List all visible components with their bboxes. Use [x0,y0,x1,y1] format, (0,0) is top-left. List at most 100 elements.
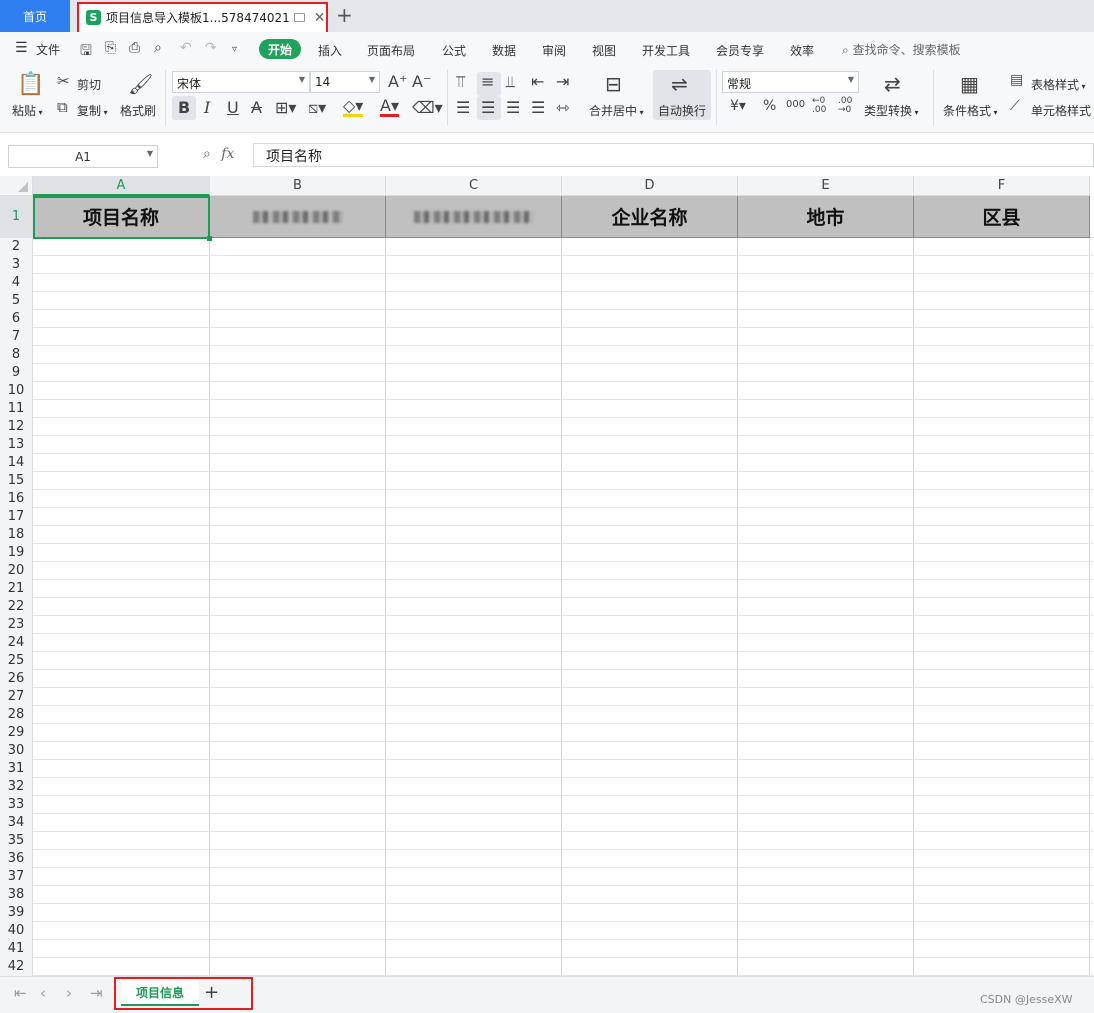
cut-button[interactable]: 剪切 [77,76,101,93]
row-header[interactable]: 17 [0,508,33,526]
row-header[interactable]: 12 [0,418,33,436]
row-header[interactable]: 31 [0,760,33,778]
row-header[interactable]: 37 [0,868,33,886]
home-tab[interactable]: 首页 [0,0,70,32]
next-sheet-icon[interactable]: › [66,984,72,1002]
row-header[interactable]: 29 [0,724,33,742]
row-header[interactable]: 32 [0,778,33,796]
thousands-separator-icon[interactable]: 000 [786,99,805,110]
tab-developer[interactable]: 开发工具 [642,42,690,59]
tab-review[interactable]: 审阅 [542,42,566,59]
header-cell-d1[interactable]: 企业名称 [562,196,738,238]
row-header[interactable]: 4 [0,274,33,292]
row-header[interactable]: 8 [0,346,33,364]
italic-icon[interactable]: I [204,98,210,117]
clear-format-icon[interactable]: ⌫▾ [412,98,443,117]
conditional-format-button[interactable]: 条件格式 ▾ [943,102,998,119]
row-header[interactable]: 7 [0,328,33,346]
cell-style-button[interactable]: 单元格样式 [1031,102,1091,119]
column-header-a[interactable]: A [33,176,210,196]
currency-icon[interactable]: ¥▾ [730,98,746,114]
align-middle-icon[interactable]: ≡ [481,72,494,91]
print-preview-icon[interactable]: ⌕ [154,40,162,56]
column-header-e[interactable]: E [738,176,914,196]
row-header[interactable]: 36 [0,850,33,868]
decrease-indent-icon[interactable]: ⇤ [531,72,544,91]
increase-decimal-icon[interactable]: ←0.00 [812,97,826,115]
merge-center-button[interactable]: 合并居中 ▾ [589,102,644,119]
row-header[interactable]: 3 [0,256,33,274]
row-header[interactable]: 26 [0,670,33,688]
tab-formulas[interactable]: 公式 [442,42,466,59]
table-style-button[interactable]: 表格样式 ▾ [1031,76,1086,93]
increase-font-icon[interactable]: A⁺ [388,72,407,91]
column-header-d[interactable]: D [562,176,738,196]
strikethrough-icon[interactable]: A [251,98,262,117]
column-header-b[interactable]: B [210,176,386,196]
select-all-corner[interactable] [0,176,33,196]
decrease-font-icon[interactable]: A⁻ [412,72,431,91]
row-header[interactable]: 40 [0,922,33,940]
row-header[interactable]: 42 [0,958,33,976]
row-header[interactable]: 18 [0,526,33,544]
save-icon[interactable]: 🖫 [80,40,92,64]
number-format-select[interactable]: 常规 ▼ [722,71,859,93]
tab-start[interactable]: 开始 [259,39,301,59]
row-header[interactable]: 34 [0,814,33,832]
underline-icon[interactable]: U [227,98,239,117]
command-search[interactable]: ⌕ 查找命令、搜索模板 [842,41,961,58]
row-header[interactable]: 13 [0,436,33,454]
row-header[interactable]: 16 [0,490,33,508]
row-header[interactable]: 23 [0,616,33,634]
fill-color-icon[interactable]: ◇▾ [343,98,364,117]
increase-indent-icon[interactable]: ⇥ [556,72,569,91]
row-header[interactable]: 2 [0,238,33,256]
export-pdf-icon[interactable]: ⎘ [105,40,116,56]
row-header[interactable]: 35 [0,832,33,850]
function-icon[interactable]: fx [221,146,234,162]
last-sheet-icon[interactable]: ⇥ [90,984,103,1002]
row-header[interactable]: 41 [0,940,33,958]
tab-data[interactable]: 数据 [492,42,516,59]
type-convert-button[interactable]: 类型转换 ▾ [864,102,919,119]
row-header[interactable]: 10 [0,382,33,400]
file-menu[interactable]: 文件 [36,41,60,58]
font-size-select[interactable]: 14 ▼ [310,71,380,93]
row-header[interactable]: 1 [0,196,33,238]
header-cell-b1[interactable] [210,196,386,238]
justify-icon[interactable]: ☰ [531,98,545,117]
row-header[interactable]: 27 [0,688,33,706]
redo-icon[interactable]: ↷ [205,40,217,56]
row-header[interactable]: 28 [0,706,33,724]
decrease-decimal-icon[interactable]: .00 →0 [838,97,852,115]
paste-button[interactable]: 粘贴 ▾ [12,102,43,119]
align-right-icon[interactable]: ☰ [506,98,520,117]
customize-toolbar-icon[interactable]: ▿ [232,44,237,55]
formula-input[interactable]: 项目名称 [253,143,1094,167]
percent-icon[interactable]: % [763,98,776,114]
header-cell-f1[interactable]: 区县 [914,196,1090,238]
new-tab-button[interactable]: + [336,3,353,27]
format-painter-button[interactable]: 格式刷 [120,102,156,119]
align-center-icon[interactable]: ☰ [481,98,495,117]
row-header[interactable]: 30 [0,742,33,760]
row-header[interactable]: 20 [0,562,33,580]
font-name-select[interactable]: 宋体 ▼ [172,71,310,93]
first-sheet-icon[interactable]: ⇤ [14,984,27,1002]
name-box[interactable]: A1 ▼ [8,145,158,168]
print-icon[interactable]: ⎙ [129,40,140,56]
header-cell-c1[interactable] [386,196,562,238]
copy-button[interactable]: 复制 ▾ [77,102,108,119]
row-header[interactable]: 24 [0,634,33,652]
borders-icon[interactable]: ⊞▾ [275,98,296,117]
hamburger-menu-icon[interactable]: ☰ [15,40,28,56]
paste-icon[interactable]: 📋 [17,72,44,97]
undo-icon[interactable]: ↶ [180,40,192,56]
tab-view[interactable]: 视图 [592,42,616,59]
tab-page-layout[interactable]: 页面布局 [367,42,415,59]
align-top-icon[interactable]: ⫪ [456,72,465,92]
align-left-icon[interactable]: ☰ [456,98,470,117]
prev-sheet-icon[interactable]: ‹ [40,984,46,1002]
row-header[interactable]: 14 [0,454,33,472]
row-header[interactable]: 38 [0,886,33,904]
